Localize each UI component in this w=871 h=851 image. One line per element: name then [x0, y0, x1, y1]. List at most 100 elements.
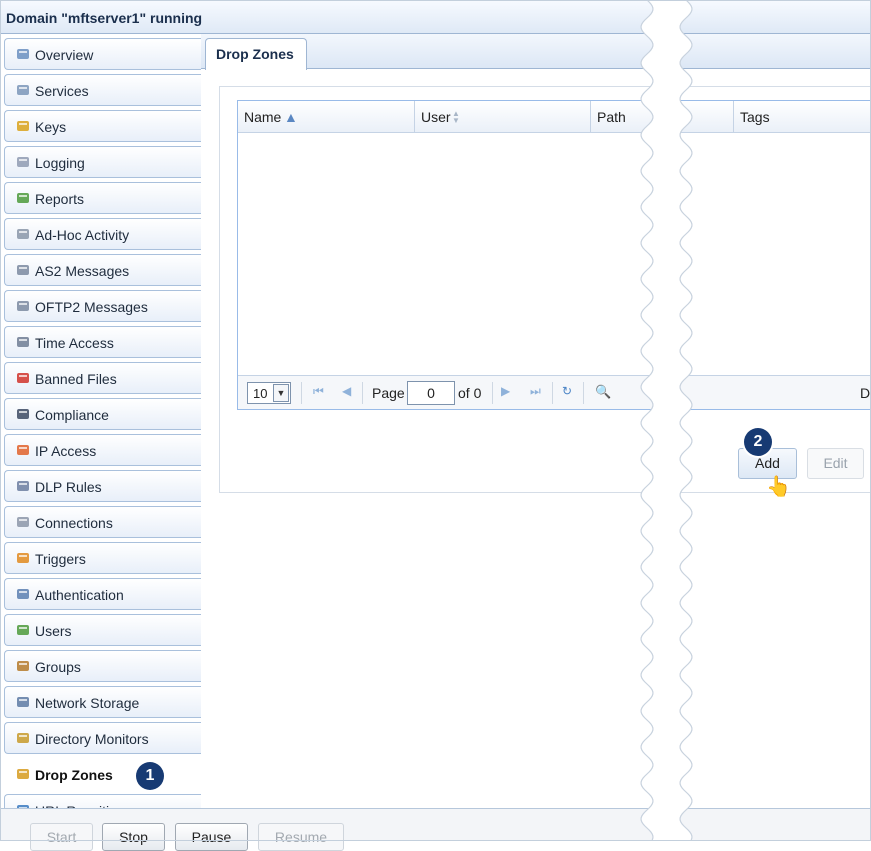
trigger-icon [16, 551, 30, 565]
sidebar-item-label: Compliance [35, 407, 109, 423]
sidebar-item-label: Connections [35, 515, 113, 531]
column-header-user[interactable]: User ▲ ▼ [415, 101, 591, 132]
sidebar-nav: Overview Services Keys Logging Reports Ad-Hoc… [4, 38, 201, 808]
sidebar-item-keys[interactable]: Keys [4, 110, 201, 142]
sidebar-item-label: Authentication [35, 587, 124, 603]
page-size-value: 10 [253, 386, 268, 401]
services-icon [16, 83, 30, 97]
sidebar-item-services[interactable]: Services [4, 74, 201, 106]
edit-button[interactable]: Edit [807, 448, 864, 479]
toolbar-separator [583, 382, 584, 404]
network-storage-icon [16, 695, 30, 709]
search-icon[interactable]: 🔍 [595, 384, 611, 400]
sidebar-item-users[interactable]: Users [4, 614, 201, 646]
page-size-select[interactable]: 10 ▼ [247, 382, 291, 404]
hand-cursor-icon: 👆 [766, 476, 791, 498]
sidebar-item-url-rewriting[interactable]: URL Rewriting [4, 794, 201, 808]
sidebar-item-label: Users [35, 623, 72, 639]
paging-toolbar: 10 ▼ ⏮ ◀ Page 0 of 0 ▶ ⏭ ↻ 🔍 D [238, 375, 871, 409]
sidebar-item-label: OFTP2 Messages [35, 299, 148, 315]
column-header-name[interactable]: Name ▲ [238, 101, 415, 132]
sidebar-item-label: Time Access [35, 335, 114, 351]
tab-label: Drop Zones [216, 46, 294, 62]
start-button[interactable]: Start [30, 823, 93, 851]
sidebar-item-label: Drop Zones [35, 767, 113, 783]
tab-drop-zones[interactable]: Drop Zones [205, 38, 307, 70]
envelope-icon [16, 227, 30, 241]
last-page-icon[interactable]: ⏭ [530, 384, 541, 399]
messages-icon [16, 299, 30, 313]
sidebar-item-label: Keys [35, 119, 67, 135]
chevron-down-icon: ▼ [273, 384, 289, 402]
sidebar-item-ip-access[interactable]: IP Access [4, 434, 201, 466]
column-header-tags[interactable]: Tags [734, 101, 871, 132]
sidebar-item-compliance[interactable]: Compliance [4, 398, 201, 430]
sidebar-item-reports[interactable]: Reports [4, 182, 201, 214]
toolbar-separator [362, 382, 363, 404]
sidebar-item-groups[interactable]: Groups [4, 650, 201, 682]
shield-icon [16, 479, 30, 493]
page-number-input[interactable]: 0 [407, 381, 455, 405]
sidebar-item-label: DLP Rules [35, 479, 102, 495]
grid-header: Name ▲ User ▲ ▼ Path Tags [238, 101, 871, 133]
sidebar-item-authentication[interactable]: Authentication [4, 578, 201, 610]
sidebar-item-overview[interactable]: Overview [4, 38, 201, 70]
previous-page-icon[interactable]: ◀ [342, 384, 351, 398]
sidebar-item-banned-files[interactable]: Banned Files [4, 362, 201, 394]
first-page-icon[interactable]: ⏮ [313, 384, 324, 399]
box-icon [16, 767, 30, 781]
sidebar-item-connections[interactable]: Connections [4, 506, 201, 538]
firewall-icon [16, 443, 30, 457]
group-icon [16, 659, 30, 673]
sidebar-item-label: IP Access [35, 443, 97, 459]
id-card-icon [16, 587, 30, 601]
user-icon [16, 623, 30, 637]
toolbar-separator [552, 382, 553, 404]
callout-step-2: 2 [744, 428, 772, 456]
resume-button[interactable]: Resume [258, 823, 344, 851]
drop-zones-grid: Name ▲ User ▲▼ Path Tags 10 ▼ ⏮ ◀ Page [237, 100, 871, 410]
toolbar-separator [301, 382, 302, 404]
sidebar-item-label: Triggers [35, 551, 86, 567]
column-label: User [421, 109, 451, 125]
sidebar-item-ad-hoc-activity[interactable]: Ad-Hoc Activity [4, 218, 201, 250]
sidebar-item-label: Services [35, 83, 89, 99]
sidebar-item-label: Groups [35, 659, 81, 675]
sidebar-item-logging[interactable]: Logging [4, 146, 201, 178]
key-icon [16, 119, 30, 133]
sidebar-item-oftp2-messages[interactable]: OFTP2 Messages [4, 290, 201, 322]
sidebar-item-triggers[interactable]: Triggers [4, 542, 201, 574]
person-icon [16, 407, 30, 421]
sidebar-item-label: Overview [35, 47, 94, 63]
bar-chart-icon [16, 191, 30, 205]
domain-title: Domain "mftserver1" running [6, 10, 203, 26]
stop-button[interactable]: Stop [102, 823, 165, 851]
column-header-path[interactable]: Path [591, 101, 734, 132]
sidebar-item-dlp-rules[interactable]: DLP Rules [4, 470, 201, 502]
banned-file-icon [16, 371, 30, 385]
speech-bubble-icon [16, 155, 30, 169]
sidebar-item-time-access[interactable]: Time Access [4, 326, 201, 358]
refresh-icon[interactable]: ↻ [562, 384, 572, 398]
sidebar-item-label: AS2 Messages [35, 263, 130, 279]
sidebar-item-label: Directory Monitors [35, 731, 149, 747]
calendar-clock-icon [16, 335, 30, 349]
domain-status-bar: Domain "mftserver1" running [0, 0, 871, 34]
sort-unsorted-icon: ▲ ▼ [452, 109, 460, 125]
sort-ascending-icon: ▲ [284, 109, 298, 125]
gears-icon [16, 515, 30, 529]
callout-step-1: 1 [136, 762, 164, 790]
sidebar-item-label: Ad-Hoc Activity [35, 227, 130, 243]
sidebar-item-network-storage[interactable]: Network Storage [4, 686, 201, 718]
sidebar-item-label: Logging [35, 155, 85, 171]
page-label: Page [372, 385, 405, 401]
paging-status: D [860, 385, 871, 401]
messages-icon [16, 263, 30, 277]
pause-button[interactable]: Pause [175, 823, 248, 851]
sidebar-item-drop-zones[interactable]: Drop Zones [4, 758, 201, 790]
next-page-icon[interactable]: ▶ [501, 384, 510, 398]
sidebar-item-directory-monitors[interactable]: Directory Monitors [4, 722, 201, 754]
column-label: Name [244, 109, 282, 125]
sidebar-item-as2-messages[interactable]: AS2 Messages [4, 254, 201, 286]
app-window: Domain "mftserver1" running Drop Zones N… [0, 0, 871, 851]
